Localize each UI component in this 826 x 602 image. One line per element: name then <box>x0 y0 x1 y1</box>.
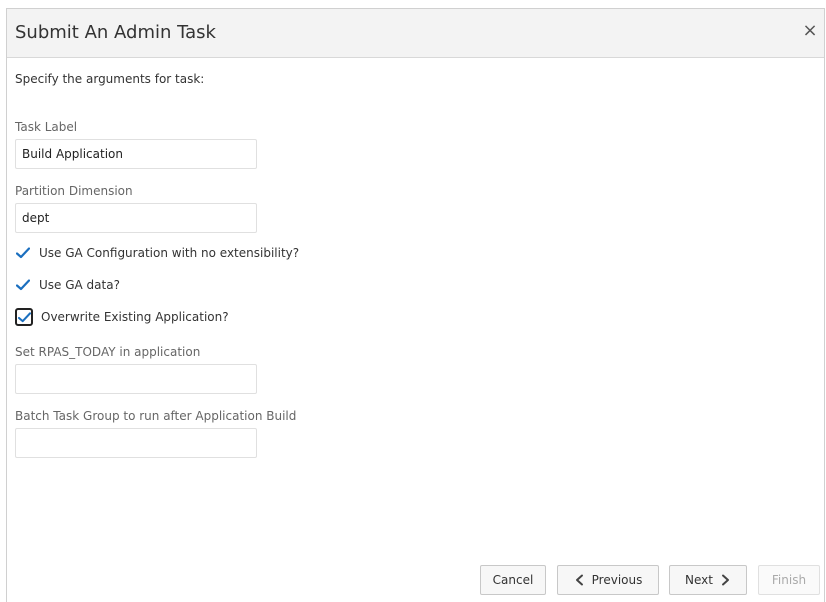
checkmark-icon <box>16 279 30 291</box>
dialog-header: Submit An Admin Task × <box>7 9 824 58</box>
checkmark-icon <box>16 247 30 259</box>
previous-button-label: Previous <box>591 573 643 587</box>
batch-group-input[interactable] <box>15 428 257 458</box>
finish-button[interactable]: Finish <box>758 565 820 595</box>
next-button[interactable]: Next <box>669 565 747 595</box>
partition-dimension-input[interactable]: dept <box>15 203 257 233</box>
overwrite-checkbox[interactable] <box>15 308 33 326</box>
dialog-title: Submit An Admin Task <box>15 22 216 43</box>
task-label-input[interactable]: Build Application <box>15 139 257 169</box>
dialog-body: Specify the arguments for task: Task Lab… <box>15 57 816 602</box>
checkbox-row-ga-data: Use GA data? <box>15 275 120 295</box>
cancel-button-label: Cancel <box>492 573 534 587</box>
close-icon[interactable]: × <box>800 21 820 41</box>
checkbox-row-ga-config: Use GA Configuration with no extensibili… <box>15 243 299 263</box>
task-label-label: Task Label <box>15 120 78 134</box>
chevron-right-icon <box>721 574 729 586</box>
overwrite-label: Overwrite Existing Application? <box>41 310 229 324</box>
partition-dimension-label: Partition Dimension <box>15 184 133 198</box>
intro-text: Specify the arguments for task: <box>15 72 205 86</box>
ga-data-checkbox[interactable] <box>15 277 31 293</box>
cancel-button[interactable]: Cancel <box>480 565 546 595</box>
checkbox-row-overwrite: Overwrite Existing Application? <box>15 307 229 327</box>
next-button-label: Next <box>685 573 713 587</box>
rpas-today-label: Set RPAS_TODAY in application <box>15 345 201 359</box>
chevron-left-icon <box>575 574 583 586</box>
checkmark-icon <box>17 311 31 322</box>
ga-data-label: Use GA data? <box>39 278 120 292</box>
admin-task-dialog: Submit An Admin Task × Specify the argum… <box>6 8 825 602</box>
previous-button[interactable]: Previous <box>557 565 659 595</box>
rpas-today-input[interactable] <box>15 364 257 394</box>
ga-config-label: Use GA Configuration with no extensibili… <box>39 246 300 260</box>
finish-button-label: Finish <box>771 573 807 587</box>
ga-config-checkbox[interactable] <box>15 245 31 261</box>
batch-group-label: Batch Task Group to run after Applicatio… <box>15 409 297 423</box>
